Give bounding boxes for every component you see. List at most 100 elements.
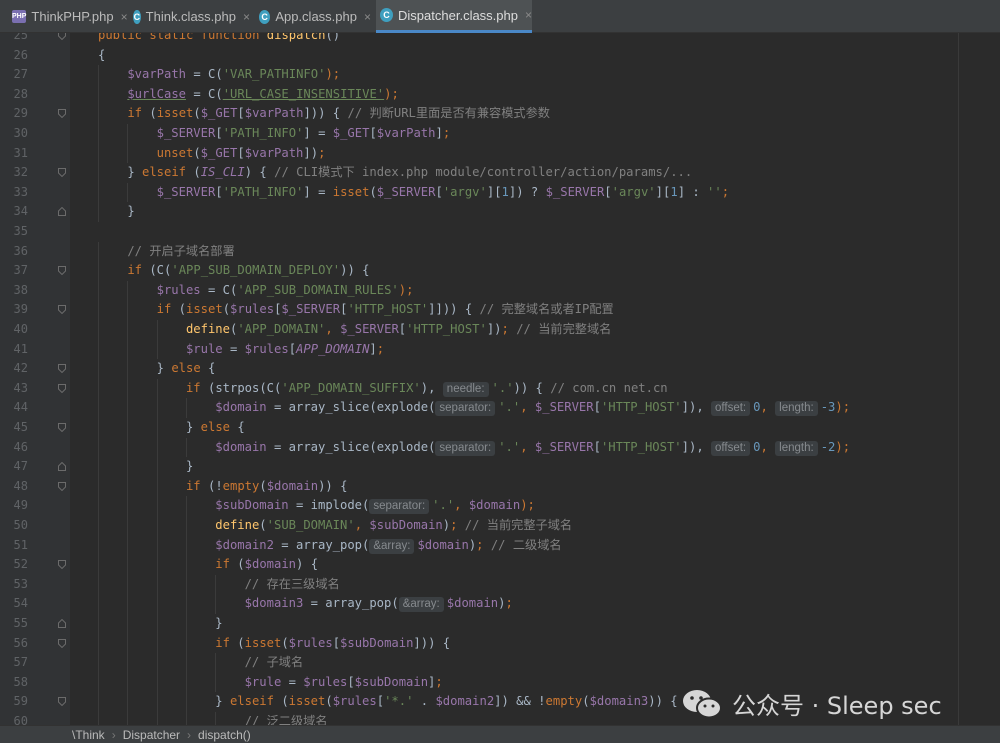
- line-number[interactable]: 43: [0, 379, 28, 399]
- code-line: 50 define('SUB_DOMAIN', $subDomain); // 当…: [0, 516, 1000, 536]
- close-icon[interactable]: ×: [364, 10, 371, 24]
- code-token: [: [376, 694, 385, 709]
- code-text: if (isset($rules[$_SERVER['HTTP_HOST']])…: [157, 300, 614, 320]
- indent-guide: [127, 457, 129, 477]
- breadcrumb-namespace[interactable]: \Think: [68, 728, 109, 742]
- line-number[interactable]: 47: [0, 457, 28, 477]
- breadcrumb-method[interactable]: dispatch(): [194, 728, 255, 742]
- breadcrumb: \Think › Dispatcher › dispatch(): [0, 725, 1000, 743]
- line-number[interactable]: 36: [0, 242, 28, 262]
- code-token: ] :: [677, 184, 708, 199]
- line-number[interactable]: 25: [0, 33, 28, 46]
- code-token: 'HTTP_HOST': [406, 322, 487, 336]
- indent-guide: [127, 712, 129, 725]
- indent-guide: [98, 182, 99, 203]
- code-token: '.': [498, 400, 521, 415]
- line-number[interactable]: 57: [0, 653, 28, 673]
- tab-dispatcher-class-php[interactable]: C Dispatcher.class.php ×: [376, 0, 532, 33]
- fold-marker-icon[interactable]: [58, 638, 66, 648]
- line-number[interactable]: 35: [0, 222, 28, 242]
- close-icon[interactable]: ×: [243, 10, 250, 24]
- code-token: ,: [760, 400, 776, 415]
- tab-thinkphp-php[interactable]: PHP ThinkPHP.php ×: [8, 0, 128, 33]
- fold-marker-icon[interactable]: [58, 33, 66, 40]
- indent-guide: [156, 496, 158, 516]
- code-token: ;: [376, 341, 385, 356]
- tab-app-class-php[interactable]: C App.class.php ×: [255, 0, 371, 33]
- line-number[interactable]: 45: [0, 418, 28, 438]
- line-number[interactable]: 54: [0, 594, 28, 614]
- line-number[interactable]: 51: [0, 536, 28, 556]
- indent-guide: [156, 457, 158, 477]
- line-number[interactable]: 52: [0, 555, 28, 575]
- breadcrumb-class[interactable]: Dispatcher: [119, 728, 184, 742]
- close-icon[interactable]: ×: [525, 8, 532, 22]
- fold-marker-icon[interactable]: [58, 383, 66, 393]
- fold-marker-icon[interactable]: [58, 266, 66, 276]
- line-number[interactable]: 31: [0, 144, 28, 164]
- code-line: 49 $subDomain = implode(separator: '.', $d…: [0, 496, 1000, 516]
- line-number[interactable]: 44: [0, 398, 28, 418]
- line-number[interactable]: 48: [0, 477, 28, 497]
- fold-marker-icon[interactable]: [58, 560, 66, 570]
- code-token: );: [835, 439, 851, 454]
- code-editor[interactable]: 25 public static function dispatch() 26{27…: [0, 33, 1000, 725]
- fold-marker-icon[interactable]: [58, 697, 66, 707]
- line-number[interactable]: 26: [0, 46, 28, 66]
- indent-guide: [185, 633, 187, 654]
- code-token: $rules: [230, 302, 275, 317]
- fold-marker-icon[interactable]: [58, 481, 66, 491]
- code-token: '.': [498, 439, 521, 454]
- close-icon[interactable]: ×: [121, 10, 128, 24]
- line-number[interactable]: 39: [0, 300, 28, 320]
- line-number[interactable]: 34: [0, 202, 28, 222]
- line-number[interactable]: 38: [0, 281, 28, 301]
- line-number[interactable]: 60: [0, 712, 28, 725]
- code-token: 'PATH_INFO': [222, 184, 304, 199]
- code-token: ;: [435, 674, 443, 689]
- line-number[interactable]: 56: [0, 634, 28, 654]
- fold-marker-icon[interactable]: [58, 423, 66, 432]
- code-token: ): [442, 518, 451, 532]
- line-number[interactable]: 58: [0, 673, 28, 693]
- code-line: 48 if (!empty($domain)) {: [0, 476, 1000, 497]
- indent-guide: [156, 437, 158, 458]
- code-token: =: [222, 341, 245, 356]
- fold-marker-icon[interactable]: [58, 305, 66, 315]
- code-token: '.': [491, 380, 514, 395]
- line-number[interactable]: 28: [0, 85, 28, 105]
- code-token: $varPath: [127, 67, 187, 82]
- fold-end-icon[interactable]: [58, 462, 66, 472]
- indent-guide: [98, 672, 99, 693]
- fold-end-icon[interactable]: [58, 207, 66, 217]
- code-token: // 当前完整域名: [516, 322, 612, 336]
- code-token: $domain: [446, 596, 499, 611]
- indent-guide: [156, 692, 158, 712]
- code-text: $rule = $rules[APP_DOMAIN];: [186, 340, 384, 360]
- line-number[interactable]: 37: [0, 261, 28, 281]
- fold-marker-icon[interactable]: [58, 109, 66, 119]
- line-number[interactable]: 27: [0, 65, 28, 85]
- line-number[interactable]: 55: [0, 614, 28, 634]
- line-number[interactable]: 40: [0, 320, 28, 340]
- code-token: ]): [303, 145, 319, 160]
- line-number[interactable]: 42: [0, 359, 28, 379]
- fold-marker-icon[interactable]: [58, 168, 66, 178]
- fold-marker-icon[interactable]: [58, 364, 66, 374]
- fold-end-icon[interactable]: [58, 619, 66, 628]
- line-number[interactable]: 32: [0, 163, 28, 183]
- line-number[interactable]: 53: [0, 575, 28, 595]
- chevron-right-icon: ›: [111, 727, 116, 742]
- code-text: } elseif (IS_CLI) { // CLI模式下 index.php …: [127, 163, 692, 183]
- line-number[interactable]: 33: [0, 183, 28, 203]
- tab-think-class-php[interactable]: C Think.class.php ×: [129, 0, 250, 33]
- code-token: // 当前完整子域名: [464, 518, 573, 532]
- line-number[interactable]: 59: [0, 692, 28, 712]
- class-icon: C: [133, 9, 141, 24]
- line-number[interactable]: 41: [0, 340, 28, 360]
- line-number[interactable]: 46: [0, 438, 28, 458]
- line-number[interactable]: 50: [0, 516, 28, 536]
- line-number[interactable]: 49: [0, 496, 28, 516]
- line-number[interactable]: 29: [0, 104, 28, 124]
- line-number[interactable]: 30: [0, 124, 28, 144]
